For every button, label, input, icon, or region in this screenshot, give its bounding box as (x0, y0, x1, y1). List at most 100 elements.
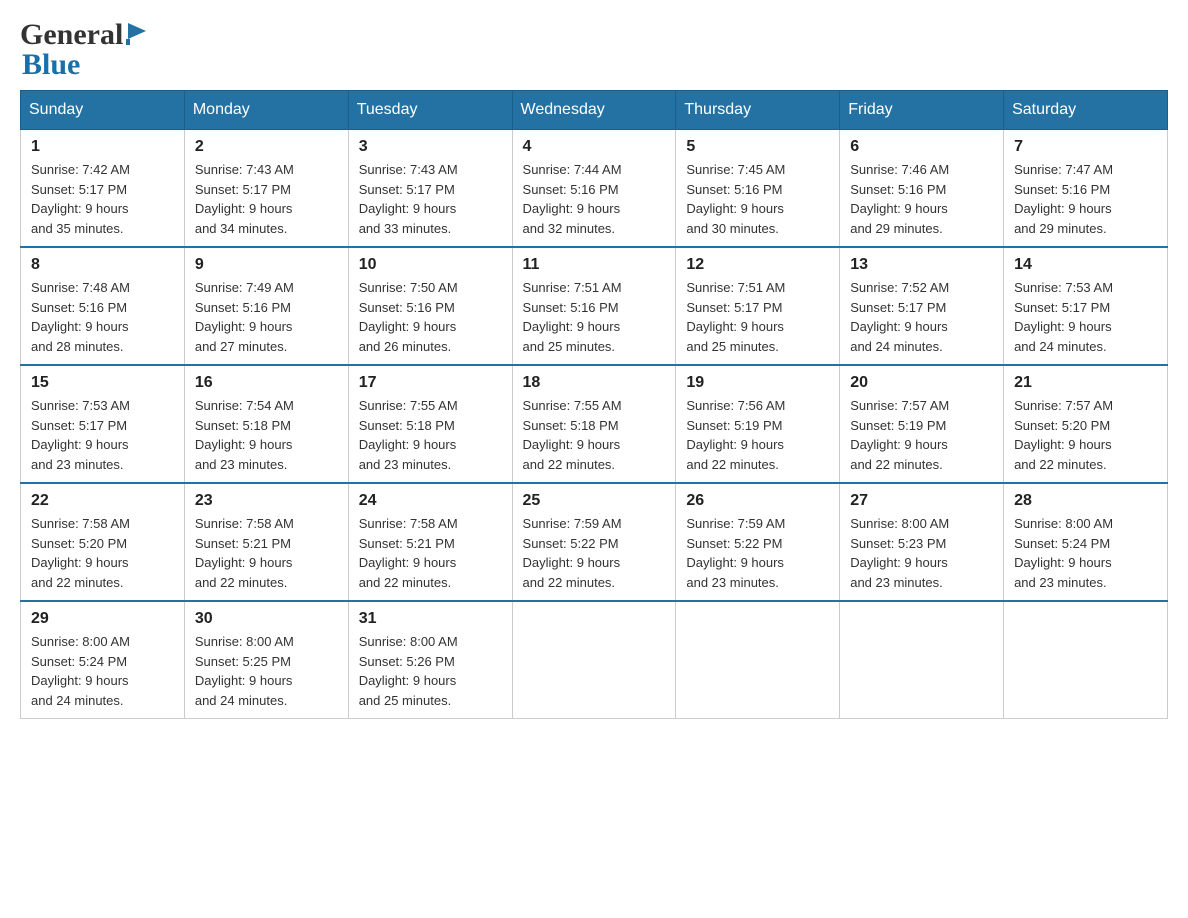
calendar-cell: 3 Sunrise: 7:43 AM Sunset: 5:17 PM Dayli… (348, 130, 512, 248)
calendar-cell: 6 Sunrise: 7:46 AM Sunset: 5:16 PM Dayli… (840, 130, 1004, 248)
day-info: Sunrise: 7:49 AM Sunset: 5:16 PM Dayligh… (195, 278, 338, 356)
calendar-cell: 7 Sunrise: 7:47 AM Sunset: 5:16 PM Dayli… (1004, 130, 1168, 248)
day-info: Sunrise: 7:53 AM Sunset: 5:17 PM Dayligh… (1014, 278, 1157, 356)
logo-blue-text: Blue (22, 50, 80, 80)
calendar-cell: 12 Sunrise: 7:51 AM Sunset: 5:17 PM Dayl… (676, 247, 840, 365)
calendar-cell: 1 Sunrise: 7:42 AM Sunset: 5:17 PM Dayli… (21, 130, 185, 248)
day-number: 24 (359, 492, 502, 510)
calendar-cell: 5 Sunrise: 7:45 AM Sunset: 5:16 PM Dayli… (676, 130, 840, 248)
calendar-cell: 27 Sunrise: 8:00 AM Sunset: 5:23 PM Dayl… (840, 483, 1004, 601)
calendar-cell: 18 Sunrise: 7:55 AM Sunset: 5:18 PM Dayl… (512, 365, 676, 483)
day-info: Sunrise: 7:50 AM Sunset: 5:16 PM Dayligh… (359, 278, 502, 356)
calendar-cell (512, 601, 676, 719)
day-number: 18 (523, 374, 666, 392)
page-header: General Blue (20, 20, 1168, 80)
calendar-week-row: 29 Sunrise: 8:00 AM Sunset: 5:24 PM Dayl… (21, 601, 1168, 719)
day-number: 17 (359, 374, 502, 392)
day-info: Sunrise: 7:45 AM Sunset: 5:16 PM Dayligh… (686, 160, 829, 238)
day-number: 2 (195, 138, 338, 156)
day-info: Sunrise: 7:57 AM Sunset: 5:19 PM Dayligh… (850, 396, 993, 474)
calendar-cell: 22 Sunrise: 7:58 AM Sunset: 5:20 PM Dayl… (21, 483, 185, 601)
day-number: 15 (31, 374, 174, 392)
day-number: 26 (686, 492, 829, 510)
day-info: Sunrise: 8:00 AM Sunset: 5:24 PM Dayligh… (31, 632, 174, 710)
calendar-table: SundayMondayTuesdayWednesdayThursdayFrid… (20, 90, 1168, 719)
day-number: 12 (686, 256, 829, 274)
calendar-cell: 15 Sunrise: 7:53 AM Sunset: 5:17 PM Dayl… (21, 365, 185, 483)
logo-general-text: General (20, 20, 123, 50)
calendar-cell: 19 Sunrise: 7:56 AM Sunset: 5:19 PM Dayl… (676, 365, 840, 483)
calendar-cell: 16 Sunrise: 7:54 AM Sunset: 5:18 PM Dayl… (184, 365, 348, 483)
day-number: 19 (686, 374, 829, 392)
day-number: 14 (1014, 256, 1157, 274)
calendar-header-monday: Monday (184, 91, 348, 130)
calendar-cell: 10 Sunrise: 7:50 AM Sunset: 5:16 PM Dayl… (348, 247, 512, 365)
day-info: Sunrise: 7:42 AM Sunset: 5:17 PM Dayligh… (31, 160, 174, 238)
day-info: Sunrise: 7:58 AM Sunset: 5:21 PM Dayligh… (359, 514, 502, 592)
day-number: 7 (1014, 138, 1157, 156)
day-info: Sunrise: 7:56 AM Sunset: 5:19 PM Dayligh… (686, 396, 829, 474)
day-info: Sunrise: 7:55 AM Sunset: 5:18 PM Dayligh… (523, 396, 666, 474)
day-info: Sunrise: 7:47 AM Sunset: 5:16 PM Dayligh… (1014, 160, 1157, 238)
calendar-cell: 4 Sunrise: 7:44 AM Sunset: 5:16 PM Dayli… (512, 130, 676, 248)
day-number: 3 (359, 138, 502, 156)
calendar-header-friday: Friday (840, 91, 1004, 130)
calendar-cell: 20 Sunrise: 7:57 AM Sunset: 5:19 PM Dayl… (840, 365, 1004, 483)
day-info: Sunrise: 7:52 AM Sunset: 5:17 PM Dayligh… (850, 278, 993, 356)
day-number: 1 (31, 138, 174, 156)
calendar-cell: 17 Sunrise: 7:55 AM Sunset: 5:18 PM Dayl… (348, 365, 512, 483)
calendar-cell (676, 601, 840, 719)
calendar-header-thursday: Thursday (676, 91, 840, 130)
day-number: 22 (31, 492, 174, 510)
day-info: Sunrise: 7:51 AM Sunset: 5:16 PM Dayligh… (523, 278, 666, 356)
calendar-week-row: 8 Sunrise: 7:48 AM Sunset: 5:16 PM Dayli… (21, 247, 1168, 365)
day-number: 23 (195, 492, 338, 510)
day-info: Sunrise: 8:00 AM Sunset: 5:24 PM Dayligh… (1014, 514, 1157, 592)
calendar-cell: 23 Sunrise: 7:58 AM Sunset: 5:21 PM Dayl… (184, 483, 348, 601)
calendar-cell: 31 Sunrise: 8:00 AM Sunset: 5:26 PM Dayl… (348, 601, 512, 719)
day-info: Sunrise: 7:43 AM Sunset: 5:17 PM Dayligh… (195, 160, 338, 238)
day-info: Sunrise: 7:59 AM Sunset: 5:22 PM Dayligh… (523, 514, 666, 592)
day-info: Sunrise: 7:57 AM Sunset: 5:20 PM Dayligh… (1014, 396, 1157, 474)
calendar-week-row: 22 Sunrise: 7:58 AM Sunset: 5:20 PM Dayl… (21, 483, 1168, 601)
calendar-cell: 14 Sunrise: 7:53 AM Sunset: 5:17 PM Dayl… (1004, 247, 1168, 365)
calendar-header-tuesday: Tuesday (348, 91, 512, 130)
calendar-cell: 26 Sunrise: 7:59 AM Sunset: 5:22 PM Dayl… (676, 483, 840, 601)
calendar-header-wednesday: Wednesday (512, 91, 676, 130)
day-info: Sunrise: 7:58 AM Sunset: 5:20 PM Dayligh… (31, 514, 174, 592)
day-number: 25 (523, 492, 666, 510)
day-info: Sunrise: 7:55 AM Sunset: 5:18 PM Dayligh… (359, 396, 502, 474)
day-number: 31 (359, 610, 502, 628)
day-info: Sunrise: 7:59 AM Sunset: 5:22 PM Dayligh… (686, 514, 829, 592)
calendar-cell: 24 Sunrise: 7:58 AM Sunset: 5:21 PM Dayl… (348, 483, 512, 601)
day-number: 8 (31, 256, 174, 274)
day-number: 9 (195, 256, 338, 274)
day-number: 20 (850, 374, 993, 392)
day-info: Sunrise: 7:43 AM Sunset: 5:17 PM Dayligh… (359, 160, 502, 238)
logo: General Blue (20, 20, 148, 80)
day-info: Sunrise: 7:44 AM Sunset: 5:16 PM Dayligh… (523, 160, 666, 238)
day-number: 28 (1014, 492, 1157, 510)
day-info: Sunrise: 8:00 AM Sunset: 5:23 PM Dayligh… (850, 514, 993, 592)
calendar-cell: 2 Sunrise: 7:43 AM Sunset: 5:17 PM Dayli… (184, 130, 348, 248)
day-info: Sunrise: 8:00 AM Sunset: 5:26 PM Dayligh… (359, 632, 502, 710)
day-info: Sunrise: 7:54 AM Sunset: 5:18 PM Dayligh… (195, 396, 338, 474)
day-number: 6 (850, 138, 993, 156)
day-info: Sunrise: 7:58 AM Sunset: 5:21 PM Dayligh… (195, 514, 338, 592)
day-number: 27 (850, 492, 993, 510)
calendar-cell: 25 Sunrise: 7:59 AM Sunset: 5:22 PM Dayl… (512, 483, 676, 601)
day-info: Sunrise: 7:51 AM Sunset: 5:17 PM Dayligh… (686, 278, 829, 356)
calendar-header-sunday: Sunday (21, 91, 185, 130)
calendar-cell: 29 Sunrise: 8:00 AM Sunset: 5:24 PM Dayl… (21, 601, 185, 719)
calendar-week-row: 1 Sunrise: 7:42 AM Sunset: 5:17 PM Dayli… (21, 130, 1168, 248)
calendar-cell: 9 Sunrise: 7:49 AM Sunset: 5:16 PM Dayli… (184, 247, 348, 365)
calendar-cell: 30 Sunrise: 8:00 AM Sunset: 5:25 PM Dayl… (184, 601, 348, 719)
calendar-cell: 21 Sunrise: 7:57 AM Sunset: 5:20 PM Dayl… (1004, 365, 1168, 483)
day-info: Sunrise: 8:00 AM Sunset: 5:25 PM Dayligh… (195, 632, 338, 710)
calendar-cell: 13 Sunrise: 7:52 AM Sunset: 5:17 PM Dayl… (840, 247, 1004, 365)
calendar-header-row: SundayMondayTuesdayWednesdayThursdayFrid… (21, 91, 1168, 130)
day-info: Sunrise: 7:48 AM Sunset: 5:16 PM Dayligh… (31, 278, 174, 356)
calendar-cell (1004, 601, 1168, 719)
calendar-header-saturday: Saturday (1004, 91, 1168, 130)
day-number: 4 (523, 138, 666, 156)
